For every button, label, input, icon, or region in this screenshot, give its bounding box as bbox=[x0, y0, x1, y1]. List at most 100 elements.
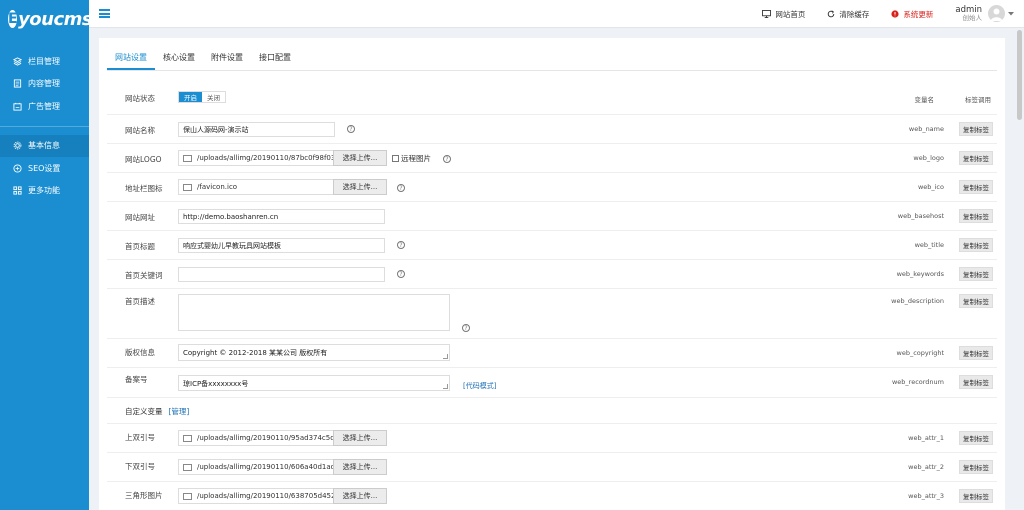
var-name: web_attr_1 bbox=[908, 434, 944, 442]
var-name: web_description bbox=[891, 297, 944, 305]
copy-tag-button[interactable]: 复制标签 bbox=[959, 267, 993, 281]
menu-toggle-icon[interactable] bbox=[99, 9, 110, 18]
field-label: 三角形图片 bbox=[125, 491, 163, 500]
row-site-url: 网站网址 http://demo.baoshanren.cn web_baseh… bbox=[107, 202, 997, 231]
row-home-title: 首页标题 响应式婴幼儿早教玩具网站模板 ? web_title 复制标签 bbox=[107, 231, 997, 260]
home-keywords-input[interactable] bbox=[178, 267, 385, 282]
switch-off[interactable]: 关闭 bbox=[202, 92, 225, 102]
site-name-input[interactable]: 保山人源码网-演示站 bbox=[178, 122, 335, 137]
upload-button[interactable]: 选择上传... bbox=[333, 179, 387, 195]
help-icon[interactable]: ? bbox=[347, 125, 355, 133]
field-label: 首页关键词 bbox=[125, 271, 163, 280]
copy-tag-button[interactable]: 复制标签 bbox=[959, 460, 993, 474]
checkbox[interactable] bbox=[392, 155, 399, 162]
site-url-input[interactable]: http://demo.baoshanren.cn bbox=[178, 209, 385, 224]
home-description-textarea[interactable] bbox=[178, 294, 450, 331]
copy-tag-button[interactable]: 复制标签 bbox=[959, 151, 993, 165]
home-title-input[interactable]: 响应式婴幼儿早教玩具网站模板 bbox=[178, 238, 385, 253]
var-name: web_basehost bbox=[897, 212, 944, 220]
sidebar-item-basic-info[interactable]: 基本信息 bbox=[0, 134, 89, 157]
var-name: web_ico bbox=[917, 183, 944, 191]
resize-grip-icon[interactable] bbox=[443, 384, 448, 389]
ico-upload: /favicon.ico 选择上传... bbox=[178, 179, 387, 195]
upload-button[interactable]: 选择上传... bbox=[333, 150, 387, 166]
tab-site-settings[interactable]: 网站设置 bbox=[107, 52, 155, 70]
record-number-textarea[interactable]: 琼ICP备xxxxxxxx号 bbox=[178, 375, 450, 391]
ico-path-input[interactable]: /favicon.ico bbox=[178, 179, 333, 195]
help-icon[interactable]: ? bbox=[462, 324, 470, 332]
sidebar-item-seo[interactable]: SEO设置 bbox=[0, 157, 89, 180]
field-label: 下双引号 bbox=[125, 462, 155, 471]
refresh-icon bbox=[828, 10, 835, 18]
user-menu[interactable]: admin 创始人 bbox=[955, 5, 1014, 23]
field-label: 网站名称 bbox=[125, 126, 155, 135]
custom-vars-header: 自定义变量 [管理] bbox=[107, 398, 997, 424]
help-icon[interactable]: ? bbox=[397, 270, 405, 278]
help-icon[interactable]: ? bbox=[397, 184, 405, 192]
avatar[interactable] bbox=[988, 5, 1005, 23]
sidebar-item-content[interactable]: 内容管理 bbox=[0, 73, 89, 96]
sidebar-item-ads[interactable]: 广告管理 bbox=[0, 95, 89, 118]
remote-image-label: 远程图片 bbox=[401, 154, 431, 163]
logo-mark: E bbox=[8, 10, 18, 28]
copy-tag-button[interactable]: 复制标签 bbox=[959, 294, 993, 308]
field-label: 版权信息 bbox=[125, 348, 155, 357]
layers-icon bbox=[12, 56, 22, 66]
site-status-switch[interactable]: 开启 关闭 bbox=[178, 91, 226, 103]
chevron-down-icon bbox=[1008, 11, 1014, 16]
var-name: web_logo bbox=[913, 154, 944, 162]
system-update-link[interactable]: 系统更新 bbox=[891, 9, 933, 20]
manage-link[interactable]: [管理] bbox=[169, 407, 190, 416]
sidebar-item-label: 栏目管理 bbox=[28, 56, 60, 66]
image-icon bbox=[183, 154, 192, 162]
site-home-link[interactable]: 网站首页 bbox=[762, 9, 805, 20]
field-label: 上双引号 bbox=[125, 433, 155, 442]
help-icon[interactable]: ? bbox=[443, 155, 451, 163]
row-custom-attr: 上双引号 /uploads/allimg/20190110/95ad374c5d… bbox=[107, 424, 997, 453]
site-home-label: 网站首页 bbox=[775, 9, 806, 19]
copy-tag-button[interactable]: 复制标签 bbox=[959, 489, 993, 503]
copyright-textarea[interactable]: Copyright © 2012-2018 某某公司 版权所有 bbox=[178, 344, 450, 361]
row-site-ico: 地址栏图标 /favicon.ico 选择上传... ? web_ico 复制标… bbox=[107, 173, 997, 202]
field-label: 首页描述 bbox=[125, 297, 155, 306]
tab-core-settings[interactable]: 核心设置 bbox=[155, 52, 203, 70]
upload-button[interactable]: 选择上传... bbox=[333, 430, 387, 446]
tab-api-settings[interactable]: 接口配置 bbox=[251, 52, 299, 70]
copy-tag-button[interactable]: 复制标签 bbox=[959, 346, 993, 360]
copy-tag-button[interactable]: 复制标签 bbox=[959, 431, 993, 445]
help-icon[interactable]: ? bbox=[397, 241, 405, 249]
page-scrollbar[interactable] bbox=[1017, 30, 1022, 120]
resize-grip-icon[interactable] bbox=[443, 354, 448, 359]
row-custom-attr: 下双引号 /uploads/allimg/20190110/606a40d1ad… bbox=[107, 453, 997, 482]
sidebar-item-more[interactable]: 更多功能 bbox=[0, 180, 89, 203]
custom-path-input[interactable]: /uploads/allimg/20190110/95ad374c5d bbox=[178, 430, 333, 446]
section-title: 自定义变量 [管理] bbox=[125, 407, 190, 416]
tab-attachment-settings[interactable]: 附件设置 bbox=[203, 52, 251, 70]
logo-path-input[interactable]: /uploads/allimg/20190110/87bc0f98f03 bbox=[178, 150, 333, 166]
custom-upload: /uploads/allimg/20190110/95ad374c5d 选择上传… bbox=[178, 430, 387, 446]
custom-path-input[interactable]: /uploads/allimg/20190110/638705d452 bbox=[178, 488, 333, 504]
sidebar-item-label: 基本信息 bbox=[28, 141, 60, 151]
remote-image-checkbox[interactable]: 远程图片 bbox=[392, 153, 431, 164]
row-site-logo: 网站LOGO /uploads/allimg/20190110/87bc0f98… bbox=[107, 144, 997, 173]
seo-icon bbox=[12, 163, 22, 173]
clear-cache-link[interactable]: 清除缓存 bbox=[827, 9, 869, 20]
code-mode-link[interactable]: [代码模式] bbox=[463, 381, 496, 391]
copy-tag-button[interactable]: 复制标签 bbox=[959, 122, 993, 136]
ad-icon bbox=[12, 101, 22, 111]
copy-tag-button[interactable]: 复制标签 bbox=[959, 209, 993, 223]
logo-upload: /uploads/allimg/20190110/87bc0f98f03 选择上… bbox=[178, 150, 387, 166]
sidebar: E youcms 栏目管理 内容管理 广告管理 基本信息 SEO设置 更多功能 bbox=[0, 0, 93, 510]
var-name: web_attr_3 bbox=[908, 492, 944, 500]
upload-button[interactable]: 选择上传... bbox=[333, 459, 387, 475]
copy-tag-button[interactable]: 复制标签 bbox=[959, 375, 993, 389]
custom-path-input[interactable]: /uploads/allimg/20190110/606a40d1ad bbox=[178, 459, 333, 475]
upload-button[interactable]: 选择上传... bbox=[333, 488, 387, 504]
user-role: 创始人 bbox=[962, 14, 983, 23]
copy-tag-button[interactable]: 复制标签 bbox=[959, 238, 993, 252]
sidebar-item-columns[interactable]: 栏目管理 bbox=[0, 50, 89, 73]
row-home-keywords: 首页关键词 ? web_keywords 复制标签 bbox=[107, 260, 997, 289]
logo[interactable]: E youcms bbox=[0, 0, 93, 38]
copy-tag-button[interactable]: 复制标签 bbox=[959, 180, 993, 194]
switch-on[interactable]: 开启 bbox=[179, 92, 202, 102]
